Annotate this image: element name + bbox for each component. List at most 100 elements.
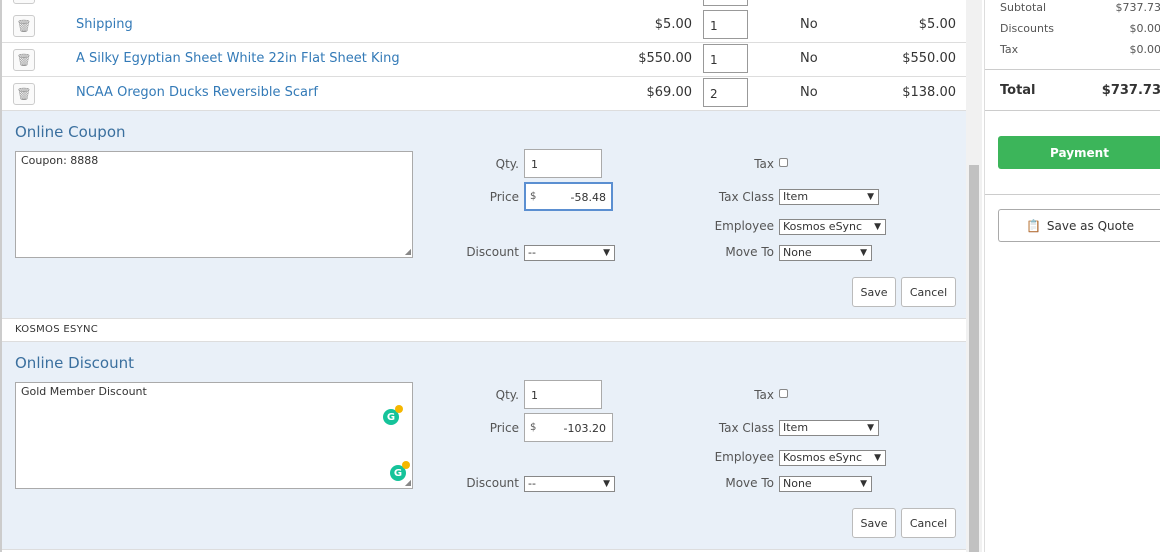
scrollbar-thumb[interactable] [969, 165, 979, 552]
discount-detail-panel: Online Discount Gold Member Discount G G… [2, 342, 966, 550]
currency-symbol: $ [530, 191, 537, 202]
delete-item-button[interactable]: 🗑 [13, 49, 35, 71]
dropdown-arrow-icon: ▼ [603, 479, 610, 489]
grammarly-icon[interactable]: G [390, 461, 410, 481]
dropdown-arrow-icon: ▼ [860, 248, 867, 258]
qty-input[interactable]: 1 [703, 10, 748, 39]
discount-label: Discount [466, 245, 519, 259]
payment-button[interactable]: Payment [998, 136, 1160, 169]
employee-value: Kosmos eSync [783, 451, 863, 464]
tax-label: Tax [1000, 43, 1019, 56]
save-as-quote-label: Save as Quote [1046, 218, 1135, 233]
item-total: $138.00 [902, 85, 956, 100]
discounts-label: Discounts [1000, 22, 1055, 35]
dropdown-arrow-icon: ▼ [603, 248, 610, 258]
dropdown-arrow-icon: ▼ [867, 192, 874, 202]
employee-select[interactable]: Kosmos eSync ▼ [779, 450, 886, 466]
trash-icon: 🗑 [16, 53, 32, 67]
description-textarea[interactable]: Gold Member Discount G G ◢ [15, 382, 413, 489]
employee-group-label: KOSMOS ESYNC [15, 324, 99, 335]
subtotal-value: $737.73 [1115, 1, 1160, 14]
qty-input[interactable]: 1 [524, 380, 602, 409]
employee-label: Employee [714, 219, 774, 233]
tax-value: $0.00 [1129, 43, 1160, 56]
trash-icon: 🗑 [16, 19, 32, 33]
table-row: 🗑 NCAA Oregon Ducks Reversible Scarf $69… [2, 77, 966, 111]
vertical-scrollbar[interactable] [966, 0, 982, 552]
table-row: 🗑 A Silky Egyptian Sheet White 22in Flat… [2, 43, 966, 77]
currency-symbol: $ [530, 422, 537, 433]
discount-value: -- [528, 477, 536, 490]
table-row: 🗑 Shipping $5.00 1 No $5.00 [2, 9, 966, 43]
item-name-link[interactable]: A Silky Egyptian Sheet White 22in Flat S… [76, 51, 400, 66]
item-name-link[interactable]: NCAA Oregon Ducks Reversible Scarf [76, 85, 318, 100]
description-textarea[interactable]: Coupon: 8888 ◢ [15, 151, 413, 258]
qty-label: Qty. [495, 388, 519, 402]
coupon-detail-panel: Online Coupon Coupon: 8888 ◢ Qty. 1 Pric… [2, 111, 966, 319]
price-label: Price [489, 190, 519, 204]
item-name-link[interactable]: Shipping [76, 17, 133, 32]
qty-input-partial[interactable] [703, 0, 748, 6]
employee-group-header: KOSMOS ESYNC [2, 319, 966, 342]
save-as-quote-button[interactable]: 📋 Save as Quote [998, 209, 1160, 242]
price-value: -58.48 [570, 191, 606, 204]
detail-title: Online Coupon [15, 123, 126, 141]
cancel-button[interactable]: Cancel [901, 277, 956, 307]
tax-class-select[interactable]: Item ▼ [779, 420, 879, 436]
employee-select[interactable]: Kosmos eSync ▼ [779, 219, 886, 235]
item-tax: No [800, 85, 818, 100]
save-button[interactable]: Save [852, 277, 896, 307]
description-text: Coupon: 8888 [21, 154, 99, 167]
price-input[interactable]: $ -103.20 [524, 413, 613, 442]
move-to-value: None [783, 246, 812, 259]
description-text: Gold Member Discount [21, 385, 147, 398]
price-input[interactable]: $ -58.48 [524, 182, 613, 211]
resize-handle-icon[interactable]: ◢ [405, 247, 411, 256]
divider [985, 69, 1160, 70]
tax-label: Tax [754, 388, 774, 402]
divider [985, 194, 1160, 195]
delete-item-button[interactable]: 🗑 [13, 83, 35, 105]
tax-class-select[interactable]: Item ▼ [779, 189, 879, 205]
delete-item-button[interactable]: 🗑 [13, 15, 35, 37]
divider [985, 110, 1160, 111]
qty-label: Qty. [495, 157, 519, 171]
qty-input[interactable]: 1 [703, 44, 748, 73]
grammarly-icon[interactable]: G [383, 405, 403, 425]
delete-item-button[interactable] [13, 0, 35, 4]
move-to-select[interactable]: None ▼ [779, 476, 872, 492]
dropdown-arrow-icon: ▼ [874, 222, 881, 232]
move-to-select[interactable]: None ▼ [779, 245, 872, 261]
tax-checkbox[interactable] [779, 389, 788, 398]
price-label: Price [489, 421, 519, 435]
total-value: $737.73 [1101, 83, 1160, 98]
total-label: Total [1000, 83, 1036, 98]
dropdown-arrow-icon: ▼ [860, 479, 867, 489]
move-to-value: None [783, 477, 812, 490]
item-price: $69.00 [646, 85, 693, 100]
qty-input[interactable]: 1 [524, 149, 602, 178]
tax-class-label: Tax Class [718, 190, 774, 204]
employee-value: Kosmos eSync [783, 220, 863, 233]
tax-checkbox[interactable] [779, 158, 788, 167]
cancel-button[interactable]: Cancel [901, 508, 956, 538]
discount-select[interactable]: -- ▼ [524, 245, 615, 261]
dropdown-arrow-icon: ▼ [867, 423, 874, 433]
cart-main: 🗑 Shipping $5.00 1 No $5.00 🗑 A Silky Eg… [0, 0, 966, 552]
item-price: $5.00 [654, 17, 692, 32]
save-button[interactable]: Save [852, 508, 896, 538]
dropdown-arrow-icon: ▼ [874, 453, 881, 463]
clipboard-icon: 📋 [1025, 218, 1041, 233]
item-tax: No [800, 17, 818, 32]
order-summary-panel: Subtotal $737.73 Discounts $0.00 Tax $0.… [984, 0, 1160, 552]
item-total: $5.00 [918, 17, 956, 32]
discount-select[interactable]: -- ▼ [524, 476, 615, 492]
qty-input[interactable]: 2 [703, 78, 748, 107]
move-to-label: Move To [725, 476, 774, 490]
tax-class-value: Item [783, 190, 809, 203]
discount-label: Discount [466, 476, 519, 490]
resize-handle-icon[interactable]: ◢ [405, 478, 411, 487]
employee-label: Employee [714, 450, 774, 464]
tax-label: Tax [754, 157, 774, 171]
tax-class-value: Item [783, 421, 809, 434]
